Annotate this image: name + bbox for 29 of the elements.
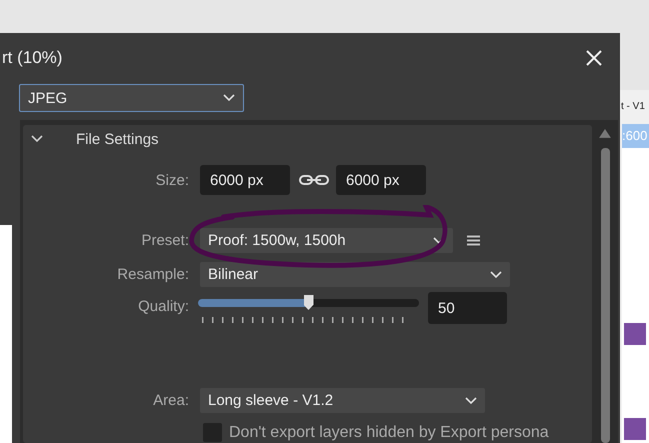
- height-field[interactable]: 6000 px: [336, 165, 426, 195]
- scroll-up-icon[interactable]: [599, 129, 611, 138]
- resample-label: Resample:: [116, 266, 189, 283]
- swatch-icon: [624, 418, 646, 440]
- resample-dropdown[interactable]: Bilinear: [200, 262, 510, 287]
- swatch-icon: [624, 323, 646, 345]
- size-label: Size:: [154, 172, 189, 188]
- checkbox-label: Don't export layers hidden by Export persona: [229, 424, 549, 442]
- preset-dropdown[interactable]: Proof: 1500w, 1500h: [200, 228, 453, 253]
- chevron-down-icon: [490, 270, 502, 278]
- menu-icon[interactable]: [467, 235, 480, 246]
- window-title: rt (10%): [2, 48, 62, 68]
- checkbox[interactable]: [203, 423, 222, 442]
- area-dropdown[interactable]: Long sleeve - V1.2: [200, 388, 485, 413]
- chevron-down-icon: [223, 94, 235, 102]
- chevron-icon: [31, 135, 43, 143]
- preset-label: Preset:: [140, 232, 189, 249]
- chevron-down-icon: [465, 396, 477, 404]
- scroll-thumb[interactable]: [600, 148, 610, 443]
- quality-field[interactable]: 50: [428, 292, 507, 324]
- quality-label: Quality:: [137, 298, 189, 315]
- document-title: t - V1: [621, 101, 645, 112]
- section-header[interactable]: File Settings: [23, 125, 592, 153]
- area-label: Area:: [152, 392, 189, 409]
- slider-thumb[interactable]: [304, 295, 314, 310]
- format-dropdown[interactable]: JPEG: [19, 84, 244, 112]
- link-icon: [299, 174, 329, 186]
- close-icon: [586, 50, 602, 66]
- width-field[interactable]: 6000 px: [200, 165, 290, 195]
